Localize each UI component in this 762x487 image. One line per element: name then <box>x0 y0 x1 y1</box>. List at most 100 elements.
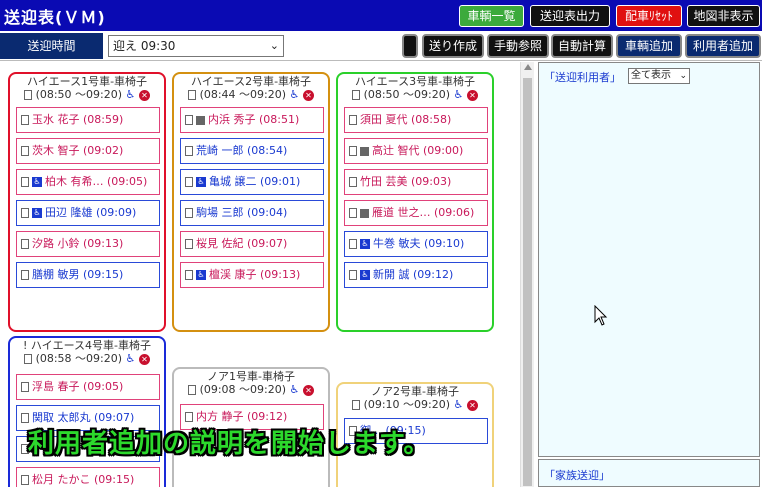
passenger-name: 牛巻 敏夫 (09:10) <box>373 237 465 250</box>
manual-reference-button[interactable]: 手動参照 <box>487 34 549 58</box>
wheelchair-icon: ♿ <box>360 270 370 280</box>
passenger-name: 高辻 智代 (09:00) <box>372 144 464 157</box>
hide-map-button[interactable]: 地図非表示 <box>687 5 760 27</box>
passenger-item[interactable]: ♿ 亀城 譲二 (09:01) <box>180 169 324 195</box>
blank-button[interactable] <box>402 34 418 58</box>
document-icon <box>21 177 29 187</box>
passenger-name: 玉水 花子 (08:59) <box>32 113 124 126</box>
passenger-item[interactable]: 松月 たかこ (09:15) <box>16 467 160 487</box>
vehicle-time: (09:10 ～09:20) <box>363 398 451 411</box>
passenger-item[interactable]: 駒場 三郎 (09:04) <box>180 200 324 226</box>
toolbar: 送迎時間 迎え 09:30 ⌄ 送り作成 手動参照 自動計算 車輌追加 利用者追… <box>0 31 762 61</box>
delete-icon[interactable]: ✕ <box>138 353 150 365</box>
vehicle-time: (08:50 ～09:20) <box>35 88 123 101</box>
passenger-item[interactable]: ♿ 田辺 隆雄 (09:09) <box>16 200 160 226</box>
vehicle-card-hiace-2[interactable]: ハイエース2号車-車椅子 (08:44 ～09:20) ♿ ✕ 内浜 秀子 (0… <box>172 72 330 332</box>
passenger-name: 茨木 智子 (09:02) <box>32 144 124 157</box>
document-icon[interactable] <box>24 90 33 100</box>
passenger-item[interactable]: 膳棚 敏男 (09:15) <box>16 262 160 288</box>
delete-icon[interactable]: ✕ <box>466 399 478 411</box>
document-icon <box>185 208 193 218</box>
document-icon <box>185 177 193 187</box>
add-user-button[interactable]: 利用者追加 <box>685 34 761 58</box>
vehicle-name: ハイエース2号車-車椅子 <box>190 75 312 88</box>
vehicle-name: ハイエース4号車-車椅子 <box>30 339 151 352</box>
vehicle-time: (08:50 ～09:20) <box>363 88 451 101</box>
document-icon <box>349 115 357 125</box>
delete-icon[interactable]: ✕ <box>302 384 314 396</box>
vertical-scrollbar[interactable] <box>520 62 534 487</box>
wheelchair-icon: ♿ <box>32 177 42 187</box>
vehicle-time-row: (08:44 ～09:20) ♿ ✕ <box>174 88 328 102</box>
document-icon <box>349 146 357 156</box>
vehicle-card-hiace-1[interactable]: ハイエース1号車-車椅子 (08:50 ～09:20) ♿ ✕ 玉水 花子 (0… <box>8 72 166 332</box>
vehicle-time-row: (08:50 ～09:20) ♿ ✕ <box>338 88 492 102</box>
passenger-name: 亀城 譲二 (09:01) <box>209 175 301 188</box>
document-icon[interactable] <box>24 354 33 364</box>
passenger-item[interactable]: 竹田 芸美 (09:03) <box>344 169 488 195</box>
vehicle-card-hiace-3[interactable]: ハイエース3号車-車椅子 (08:50 ～09:20) ♿ ✕ 須田 夏代 (0… <box>336 72 494 332</box>
passenger-item[interactable]: ♿ 牛巻 敏夫 (09:10) <box>344 231 488 257</box>
output-schedule-button[interactable]: 送迎表出力 <box>530 5 610 27</box>
document-icon <box>349 239 357 249</box>
passenger-name: 膳棚 敏男 (09:15) <box>32 268 124 281</box>
create-dropoff-button[interactable]: 送り作成 <box>422 34 484 58</box>
document-icon[interactable] <box>352 400 361 410</box>
passenger-name: 田辺 隆雄 (09:09) <box>45 206 137 219</box>
passenger-item[interactable]: 汐路 小鈴 (09:13) <box>16 231 160 257</box>
transport-users-panel: 「送迎利用者」 全て表示 ⌄ <box>538 62 760 457</box>
filter-select[interactable]: 全て表示 ⌄ <box>628 68 690 84</box>
delete-icon[interactable]: ✕ <box>138 89 150 101</box>
app-title: 送迎表(ＶＭ) <box>4 8 106 27</box>
document-icon <box>349 270 357 280</box>
passenger-name: 桜見 佐紀 (09:07) <box>196 237 288 250</box>
vehicle-time-row: (09:08 ～09:20) ♿ ✕ <box>174 383 328 397</box>
title-bar: 送迎表(ＶＭ) 車輌一覧 送迎表出力 配車ﾘｾｯﾄ 地図非表示 <box>0 0 762 31</box>
passenger-item[interactable]: 高辻 智代 (09:00) <box>344 138 488 164</box>
passenger-item[interactable]: ♿ 新開 誠 (09:12) <box>344 262 488 288</box>
add-vehicle-button[interactable]: 車輌追加 <box>616 34 682 58</box>
passenger-item[interactable]: 桜見 佐紀 (09:07) <box>180 231 324 257</box>
document-icon <box>21 382 29 392</box>
document-icon <box>21 413 29 423</box>
document-icon <box>21 475 29 485</box>
vehicle-card-hiace-4[interactable]: ! ハイエース4号車-車椅子 (08:58 ～09:20) ♿ ✕ 浮島 春子 … <box>8 336 166 487</box>
passenger-name: 汐路 小鈴 (09:13) <box>32 237 124 250</box>
document-icon[interactable] <box>188 385 197 395</box>
vehicle-list-button[interactable]: 車輌一覧 <box>459 5 524 27</box>
passenger-name: 内浜 秀子 (08:51) <box>208 113 300 126</box>
passenger-item[interactable]: 茨木 智子 (09:02) <box>16 138 160 164</box>
passenger-name: 新開 誠 (09:12) <box>373 268 454 281</box>
passenger-name: 雁道 世之… (09:06) <box>372 206 475 219</box>
passenger-name: 須田 夏代 (08:58) <box>360 113 452 126</box>
family-transport-panel: 「家族送迎」 <box>538 459 760 487</box>
document-icon <box>185 146 193 156</box>
filter-select-value: 全て表示 <box>631 70 671 81</box>
passenger-item[interactable]: 須田 夏代 (08:58) <box>344 107 488 133</box>
vehicle-time: (08:44 ～09:20) <box>199 88 287 101</box>
passenger-item[interactable]: 荒崎 一郎 (08:54) <box>180 138 324 164</box>
grid-icon <box>360 146 369 156</box>
passenger-item[interactable]: 内浜 秀子 (08:51) <box>180 107 324 133</box>
delete-icon[interactable]: ✕ <box>466 89 478 101</box>
wheelchair-icon: ♿ <box>453 398 464 411</box>
passenger-item[interactable]: ♿ 柏木 有希… (09:05) <box>16 169 160 195</box>
wheelchair-icon: ♿ <box>453 88 464 101</box>
scrollbar-thumb[interactable] <box>523 78 532 486</box>
grid-icon <box>196 115 205 125</box>
passenger-item[interactable]: 浮島 春子 (09:05) <box>16 374 160 400</box>
time-select[interactable]: 迎え 09:30 ⌄ <box>108 35 284 57</box>
document-icon <box>185 270 193 280</box>
reset-dispatch-button[interactable]: 配車ﾘｾｯﾄ <box>616 5 682 27</box>
passenger-item[interactable]: ♿ 檀渓 康子 (09:13) <box>180 262 324 288</box>
auto-calc-button[interactable]: 自動計算 <box>551 34 613 58</box>
delete-icon[interactable]: ✕ <box>302 89 314 101</box>
passenger-item[interactable]: 雁道 世之… (09:06) <box>344 200 488 226</box>
document-icon[interactable] <box>352 90 361 100</box>
document-icon <box>185 239 193 249</box>
document-icon[interactable] <box>188 90 197 100</box>
time-select-value: 迎え 09:30 <box>113 39 176 53</box>
passenger-item[interactable]: 玉水 花子 (08:59) <box>16 107 160 133</box>
scroll-up-icon[interactable] <box>524 64 532 70</box>
document-icon <box>21 270 29 280</box>
